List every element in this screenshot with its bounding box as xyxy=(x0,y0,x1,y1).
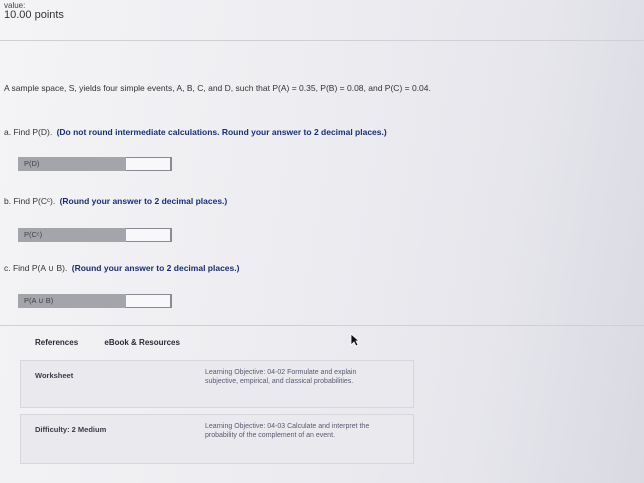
tab-references[interactable]: References xyxy=(35,338,78,347)
divider xyxy=(0,325,644,326)
tab-ebook-resources[interactable]: eBook & Resources xyxy=(104,338,180,347)
answer-label-a: P(D) xyxy=(18,157,126,171)
answer-input-edge xyxy=(170,228,172,242)
divider xyxy=(0,40,644,41)
part-c-text: c. Find P(A ∪ B). xyxy=(4,263,68,273)
difficulty-label: Difficulty: 2 Medium xyxy=(35,425,107,434)
answer-input-edge xyxy=(170,157,172,171)
answer-row-a: P(D) xyxy=(18,157,172,171)
difficulty-objective: Learning Objective: 04-03 Calculate and … xyxy=(205,423,370,439)
answer-input-edge xyxy=(170,294,172,308)
worksheet-panel: Worksheet Learning Objective: 04-02 Form… xyxy=(20,360,414,408)
answer-label-c: P(A ∪ B) xyxy=(18,294,126,308)
difficulty-panel: Difficulty: 2 Medium Learning Objective:… xyxy=(20,414,414,464)
part-b-text: b. Find P(Cᶜ). xyxy=(4,196,56,206)
points-value: 10.00 points xyxy=(4,9,64,21)
part-a-hint: (Do not round intermediate calculations.… xyxy=(56,127,387,137)
answer-input-c[interactable] xyxy=(126,294,172,308)
worksheet-objective: Learning Objective: 04-02 Formulate and … xyxy=(205,369,357,385)
part-c-prompt: c. Find P(A ∪ B). (Round your answer to … xyxy=(4,263,239,274)
question-text: A sample space, S, yields four simple ev… xyxy=(4,83,431,93)
worksheet-label: Worksheet xyxy=(35,371,74,380)
part-a-prompt: a. Find P(D). (Do not round intermediate… xyxy=(4,127,387,137)
part-b-hint: (Round your answer to 2 decimal places.) xyxy=(59,196,228,206)
answer-row-b: P(Cᶜ) xyxy=(18,228,172,242)
part-b-prompt: b. Find P(Cᶜ). (Round your answer to 2 d… xyxy=(4,196,227,206)
answer-input-b[interactable] xyxy=(126,228,172,242)
mouse-cursor-icon xyxy=(350,333,360,347)
answer-row-c: P(A ∪ B) xyxy=(18,294,172,308)
answer-input-a[interactable] xyxy=(126,157,172,171)
part-a-text: a. Find P(D). xyxy=(4,127,53,137)
part-c-hint: (Round your answer to 2 decimal places.) xyxy=(71,263,240,273)
answer-label-b: P(Cᶜ) xyxy=(18,228,126,242)
resource-tabs: References eBook & Resources xyxy=(35,338,204,347)
